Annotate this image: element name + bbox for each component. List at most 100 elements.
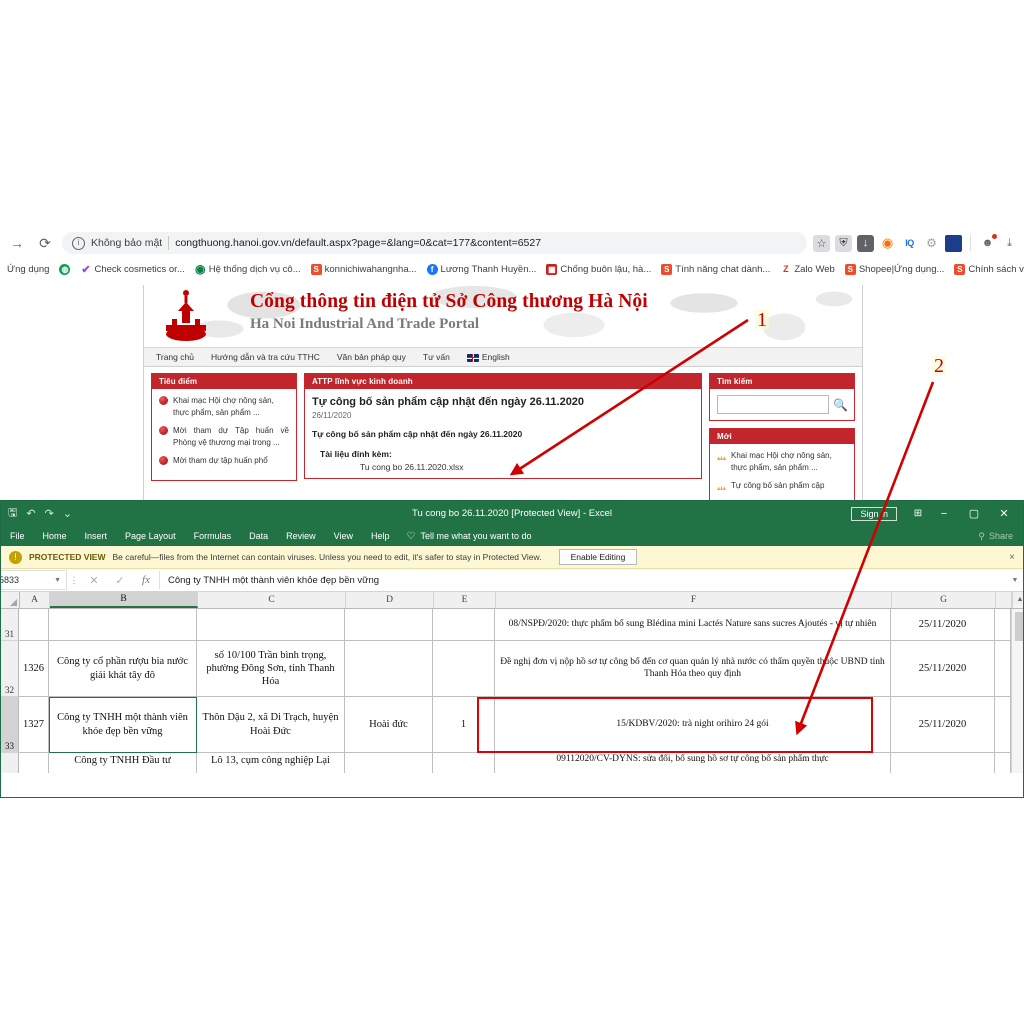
bookmark-item[interactable]: ◍	[54, 263, 75, 275]
tab-formulas[interactable]: Formulas	[185, 531, 241, 541]
table-row[interactable]: 32 1326 Công ty cổ phần rượu bia nước gi…	[1, 641, 1023, 697]
scrollbar-track[interactable]	[1011, 697, 1023, 753]
info-icon[interactable]: i	[72, 236, 85, 250]
cell-c[interactable]: số 10/100 Trần bình trọng, phường Đông S…	[197, 641, 345, 697]
cell-h[interactable]	[995, 641, 1011, 697]
bookmark-apps[interactable]: Ứng dụng	[2, 264, 54, 275]
bookmark-item[interactable]: ◉ Hệ thống dịch vụ cô...	[190, 262, 306, 276]
search-icon[interactable]: 🔍	[833, 398, 848, 412]
vertical-scrollbar[interactable]: ▲	[1012, 592, 1023, 608]
bookmark-item[interactable]: Z Zalo Web	[775, 263, 839, 275]
cell-a[interactable]	[19, 609, 49, 641]
table-row[interactable]: 31 08/NSPĐ/2020: thực phẩm bổ sung Blédi…	[1, 609, 1023, 658]
maximize-icon[interactable]: ▢	[959, 501, 989, 526]
ribbon-display-icon[interactable]: ⊞	[907, 501, 929, 526]
bookmark-item[interactable]: S Chính sách về vi pha...	[949, 263, 1024, 275]
cell-e[interactable]	[433, 641, 495, 697]
nav-item-documents[interactable]: Văn bản pháp quy	[337, 352, 406, 362]
list-item[interactable]: Khai mạc Hội chợ nông sản, thực phẩm, sả…	[159, 395, 289, 418]
cell-c[interactable]: Thôn Dậu 2, xã Di Trạch, huyện Hoài Đức	[197, 697, 345, 753]
table-row[interactable]: 33 1327 Công ty TNHH một thành viên khỏe…	[1, 697, 1023, 753]
expand-formula-bar-icon[interactable]: ▼	[1007, 577, 1023, 584]
cell-g[interactable]: 25/11/2020	[891, 641, 995, 697]
cell-g[interactable]: 25/11/2020	[891, 697, 995, 753]
formula-input[interactable]: Công ty TNHH một thành viên khỏe đẹp bền…	[160, 575, 1007, 586]
sign-in-button[interactable]: Sign in	[851, 506, 897, 521]
tab-file[interactable]: File	[1, 531, 34, 541]
cell-d[interactable]: Hoài đức	[345, 697, 433, 753]
column-header-a[interactable]: A	[20, 592, 50, 608]
tab-home[interactable]: Home	[34, 531, 76, 541]
save-icon[interactable]: 🖫	[8, 504, 17, 523]
tab-insert[interactable]: Insert	[76, 531, 117, 541]
cell-h[interactable]	[995, 609, 1011, 641]
cell-b[interactable]: Công ty TNHH một thành viên khỏe đẹp bền…	[49, 697, 197, 753]
column-header-c[interactable]: C	[198, 592, 346, 608]
confirm-icon[interactable]: ✓	[107, 574, 133, 587]
cell-f[interactable]: 08/NSPĐ/2020: thực phẩm bổ sung Blédina …	[495, 609, 891, 641]
customize-icon[interactable]: ⌄	[63, 507, 72, 520]
cell-d[interactable]	[345, 609, 433, 641]
scrollbar-track[interactable]	[1011, 609, 1023, 658]
tab-data[interactable]: Data	[240, 531, 277, 541]
tell-me-box[interactable]: ♡ Tell me what you want to do	[407, 531, 532, 542]
scroll-up-icon[interactable]: ▲	[1013, 592, 1023, 605]
close-icon[interactable]: ×	[1009, 552, 1015, 563]
minimize-icon[interactable]: −	[929, 501, 959, 526]
cell-b[interactable]	[49, 609, 197, 641]
shield-icon[interactable]: ⛨	[835, 234, 852, 252]
list-item[interactable]: Khai mạc Hội chợ nông sản, thực phẩm, sả…	[717, 450, 847, 473]
row-header[interactable]: 31	[1, 609, 19, 641]
list-item[interactable]: Mời tham dự Tập huấn về Phòng vệ thương …	[159, 425, 289, 448]
column-header-d[interactable]: D	[346, 592, 434, 608]
column-header-g[interactable]: G	[892, 592, 996, 608]
reload-icon[interactable]: ⟳	[34, 232, 56, 254]
nav-item-consult[interactable]: Tư vấn	[423, 352, 450, 362]
downloads-icon[interactable]: ⤓	[1001, 235, 1018, 252]
column-header-f[interactable]: F	[496, 592, 892, 608]
nav-item-home[interactable]: Trang chủ	[156, 352, 194, 362]
gear-icon[interactable]: ⚙	[923, 235, 940, 252]
formula-bar-handle[interactable]: ⋮	[67, 575, 81, 586]
list-item[interactable]: Tự công bố sản phẩm cập	[717, 480, 847, 492]
chevron-down-icon[interactable]: ▼	[54, 577, 61, 584]
column-header-h[interactable]	[996, 592, 1012, 608]
blue-square-icon[interactable]	[945, 234, 962, 252]
enable-editing-button[interactable]: Enable Editing	[558, 549, 638, 565]
fx-icon[interactable]: fx	[133, 574, 159, 586]
profile-icon[interactable]: ☻	[979, 233, 997, 252]
bookmark-item[interactable]: ✔ Check cosmetics or...	[75, 263, 189, 276]
cell-a[interactable]: 1326	[19, 641, 49, 697]
cell-c[interactable]	[197, 609, 345, 641]
bookmark-item[interactable]: S konnichiwahangnha...	[306, 263, 422, 275]
cell-b[interactable]: Công ty cổ phần rượu bia nước giải khát …	[49, 641, 197, 697]
scrollbar-track[interactable]	[1011, 641, 1023, 697]
nav-item-guide[interactable]: Hướng dẫn và tra cứu TTHC	[211, 352, 320, 362]
undo-icon[interactable]: ↶	[26, 507, 35, 520]
extension-orange-icon[interactable]: ◉	[879, 235, 896, 252]
close-icon[interactable]: ✕	[989, 501, 1019, 526]
column-header-b[interactable]: B	[50, 592, 198, 608]
redo-icon[interactable]: ↷	[45, 507, 54, 520]
download-icon[interactable]: ↓	[857, 234, 874, 252]
tab-view[interactable]: View	[325, 531, 362, 541]
bookmark-item[interactable]: S Tính năng chat dành...	[656, 263, 775, 275]
share-button[interactable]: ⚲ Share	[978, 531, 1013, 542]
cell-a[interactable]: 1327	[19, 697, 49, 753]
cell-f[interactable]: 15/KDBV/2020: trà night orihiro 24 gói	[495, 697, 891, 753]
cell-g[interactable]: 25/11/2020	[891, 609, 995, 641]
cancel-icon[interactable]: ✕	[81, 574, 107, 587]
cell-e[interactable]	[433, 609, 495, 641]
row-header[interactable]: 32	[1, 641, 19, 697]
bookmark-item[interactable]: S Shopee|Ứng dụng...	[840, 263, 950, 275]
name-box[interactable]: 5833 ▼	[1, 570, 67, 590]
nav-item-english[interactable]: English	[466, 352, 510, 362]
tab-page-layout[interactable]: Page Layout	[116, 531, 185, 541]
tab-help[interactable]: Help	[362, 531, 399, 541]
arrow-forward-icon[interactable]: →	[6, 232, 28, 254]
select-all-corner[interactable]	[1, 592, 20, 608]
search-input[interactable]	[717, 395, 829, 414]
row-header[interactable]: 33	[1, 697, 19, 753]
cell-e[interactable]: 1	[433, 697, 495, 753]
cell-d[interactable]	[345, 641, 433, 697]
